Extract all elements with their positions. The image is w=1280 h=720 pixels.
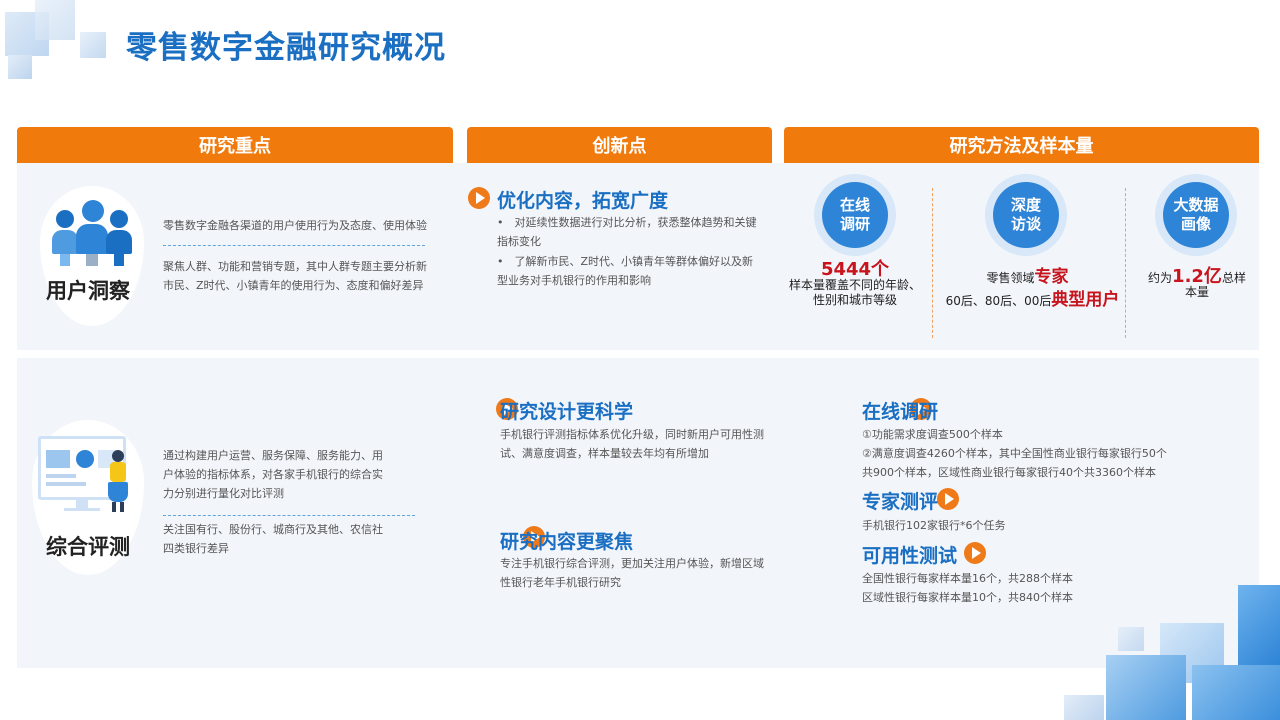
header-focus: 研究重点	[17, 127, 453, 163]
cube-icon	[1238, 585, 1280, 665]
bottom-desc-1: 通过构建用户运营、服务保障、服务能力、用户体验的指标体系，对各家手机银行的综合实…	[163, 449, 383, 500]
decorative-cubes-top-left	[0, 0, 120, 85]
cube-icon	[35, 0, 75, 40]
top-desc-2: 聚焦人群、功能和营销专题，其中人群专题主要分析新市民、Z时代、小镇青年的使用行为…	[163, 260, 427, 292]
cube-icon	[1118, 627, 1144, 651]
top-innovation-bullet-1: • 对延续性数据进行对比分析，获悉整体趋势和关键指标变化	[497, 216, 757, 248]
method-divider-2	[1125, 188, 1126, 338]
cube-icon	[80, 32, 106, 58]
top-desc-1: 零售数字金融各渠道的用户使用行为及态度、使用体验	[163, 219, 427, 232]
bottom-innovation-1-text: 手机银行评测指标体系优化升级，同时新用户可用性测试、满意度调查，样本量较去年均有…	[500, 428, 764, 460]
online-sample-desc: 样本量覆盖不同的年龄、性别和城市等级	[788, 278, 921, 307]
bottom-online-title: 在线调研	[862, 401, 939, 423]
header-innovation: 创新点	[467, 127, 772, 163]
method-interview-badge: 深度 访谈	[985, 174, 1067, 256]
bottom-innovation-2-text: 专注手机银行综合评测，更加关注用户体验，新增区域性银行老年手机银行研究	[500, 557, 764, 589]
method-divider-1	[932, 188, 933, 338]
cube-icon	[8, 55, 32, 79]
bottom-divider	[163, 515, 415, 516]
bottom-online-line-2: ②满意度调查4260个样本，其中全国性商业银行每家银行50个共900个样本，区域…	[862, 447, 1167, 479]
top-divider	[163, 245, 425, 246]
bottom-desc-2: 关注国有行、股份行、城商行及其他、农信社四类银行差异	[163, 523, 383, 555]
interview-user-line: 60后、80后、00后典型用户	[945, 290, 1120, 310]
bottom-usability-title: 可用性测试	[862, 545, 958, 567]
play-icon	[468, 187, 490, 209]
interview-expert-line: 零售领域专家	[986, 267, 1069, 287]
dashboard-illustration-icon	[38, 436, 138, 516]
evaluation-label: 综合评测	[46, 535, 130, 559]
user-insight-label: 用户洞察	[46, 279, 130, 303]
top-innovation-bullet-2: • 了解新市民、Z时代、小镇青年等群体偏好以及新型业务对手机银行的作用和影响	[497, 255, 754, 287]
decorative-cubes-bottom-right	[1060, 585, 1280, 720]
cube-icon	[1192, 665, 1280, 720]
bottom-online-line-1: ①功能需求度调查500个样本	[862, 428, 1003, 441]
bottom-innovation-2-title: 研究内容更聚焦	[500, 531, 634, 553]
cube-icon	[1106, 655, 1186, 720]
bottom-innovation-1-title: 研究设计更科学	[500, 401, 634, 423]
method-bigdata-badge: 大数据 画像	[1155, 174, 1237, 256]
bottom-expert-line-1: 手机银行102家银行*6个任务	[862, 519, 1006, 532]
method-online-badge: 在线 调研	[814, 174, 896, 256]
page-title: 零售数字金融研究概况	[126, 30, 446, 66]
cube-icon	[1064, 695, 1104, 720]
bottom-expert-title: 专家测评	[862, 491, 939, 513]
top-innovation-title: 优化内容，拓宽广度	[497, 190, 669, 212]
bigdata-sample-line-2: 本量	[1184, 285, 1209, 299]
header-method: 研究方法及样本量	[784, 127, 1259, 163]
users-icon	[50, 198, 134, 268]
